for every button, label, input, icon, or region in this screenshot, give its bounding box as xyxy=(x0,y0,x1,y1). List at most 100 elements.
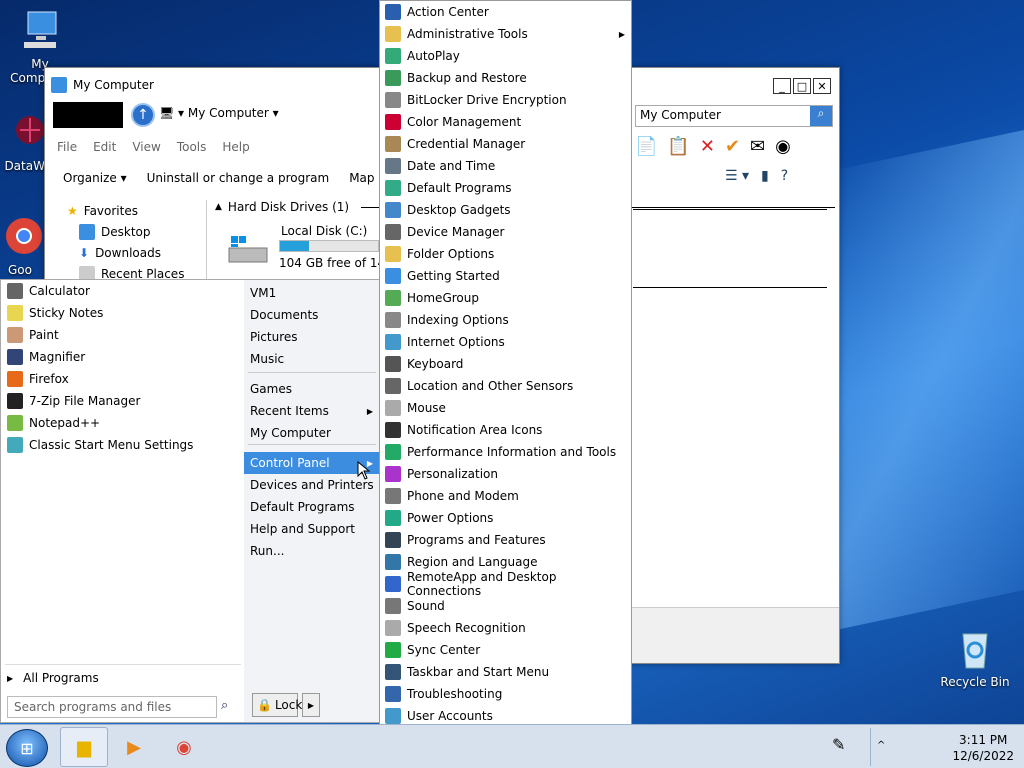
start-button[interactable]: ⊞ xyxy=(6,729,48,767)
desktop-icon-recycle-bin[interactable]: Recycle Bin xyxy=(935,626,1015,689)
cp-item-bitlocker-drive-encryption[interactable]: BitLocker Drive Encryption xyxy=(380,89,631,111)
cp-item-sync-center[interactable]: Sync Center xyxy=(380,639,631,661)
preview-pane-icon[interactable]: ▮ xyxy=(761,168,769,184)
drive-c[interactable]: Local Disk (C:) 104 GB free of 149 xyxy=(227,224,393,274)
pinned-notepad[interactable]: Notepad++ xyxy=(1,412,244,434)
user-accounts-icon xyxy=(385,708,401,724)
cp-item-taskbar-and-start-menu[interactable]: Taskbar and Start Menu xyxy=(380,661,631,683)
cp-item-action-center[interactable]: Action Center xyxy=(380,1,631,23)
cp-item-performance-information-and-tools[interactable]: Performance Information and Tools xyxy=(380,441,631,463)
cp-item-date-and-time[interactable]: Date and Time xyxy=(380,155,631,177)
taskbar-explorer[interactable]: ▆ xyxy=(60,727,108,767)
start-item-default-programs[interactable]: Default Programs xyxy=(244,496,379,518)
drive-usage-bar xyxy=(279,240,379,252)
cp-item-indexing-options[interactable]: Indexing Options xyxy=(380,309,631,331)
cp-item-device-manager[interactable]: Device Manager xyxy=(380,221,631,243)
download-icon: ⬇ xyxy=(79,245,90,260)
cp-item-internet-options[interactable]: Internet Options xyxy=(380,331,631,353)
pinned-magnifier[interactable]: Magnifier xyxy=(1,346,244,368)
pinned-sticky-notes[interactable]: Sticky Notes xyxy=(1,302,244,324)
nav-item-desktop[interactable]: Desktop xyxy=(51,221,206,242)
menu-help[interactable]: Help xyxy=(222,140,249,154)
start-item-label: Pictures xyxy=(250,330,298,344)
start-item-games[interactable]: Games xyxy=(244,378,379,400)
search-icon[interactable]: ⌕ xyxy=(810,106,832,126)
search-input[interactable]: My Computer ⌕ xyxy=(635,105,833,127)
cp-item-desktop-gadgets[interactable]: Desktop Gadgets xyxy=(380,199,631,221)
cp-item-troubleshooting[interactable]: Troubleshooting xyxy=(380,683,631,705)
shutdown-options-button[interactable]: ▶ xyxy=(302,693,320,717)
cp-item-getting-started[interactable]: Getting Started xyxy=(380,265,631,287)
start-item-run[interactable]: Run... xyxy=(244,540,379,562)
cp-item-default-programs[interactable]: Default Programs xyxy=(380,177,631,199)
start-item-music[interactable]: Music xyxy=(244,348,379,370)
maximize-button[interactable]: □ xyxy=(793,78,811,94)
delete-icon[interactable]: ✕ xyxy=(700,136,715,157)
help-icon[interactable]: ? xyxy=(781,168,788,184)
cp-item-sound[interactable]: Sound xyxy=(380,595,631,617)
uninstall-button[interactable]: Uninstall or change a program xyxy=(147,171,330,185)
back-forward-buttons[interactable] xyxy=(53,102,123,128)
show-hidden-icons-button[interactable]: ^ xyxy=(877,740,885,751)
pinned-firefox[interactable]: Firefox xyxy=(1,368,244,390)
pinned-calculator[interactable]: Calculator xyxy=(1,280,244,302)
cp-item-keyboard[interactable]: Keyboard xyxy=(380,353,631,375)
cp-item-color-management[interactable]: Color Management xyxy=(380,111,631,133)
cp-item-label: Mouse xyxy=(407,401,446,415)
start-item-pictures[interactable]: Pictures xyxy=(244,326,379,348)
menu-tools[interactable]: Tools xyxy=(177,140,207,154)
cp-item-credential-manager[interactable]: Credential Manager xyxy=(380,133,631,155)
menu-view[interactable]: View xyxy=(132,140,160,154)
cp-item-programs-and-features[interactable]: Programs and Features xyxy=(380,529,631,551)
wallpaper-light xyxy=(820,126,1024,634)
start-search-input[interactable]: Search programs and files xyxy=(7,696,217,718)
start-menu-left: Calculator Sticky Notes Paint Magnifier Fire… xyxy=(0,279,245,723)
cp-item-label: Indexing Options xyxy=(407,313,509,327)
taskbar-chrome[interactable]: ◉ xyxy=(160,727,208,767)
address-field[interactable]: 🖥 ▾ My Computer ▾ xyxy=(159,106,279,120)
pinned-classic-start-menu-settings[interactable]: Classic Start Menu Settings xyxy=(1,434,244,456)
clock[interactable]: 3:11 PM 12/6/2022 xyxy=(952,732,1014,764)
nav-favorites[interactable]: ★ Favorites xyxy=(51,200,206,221)
up-arrow-icon[interactable]: ↑ xyxy=(131,103,155,127)
cp-item-folder-options[interactable]: Folder Options xyxy=(380,243,631,265)
view-options-icon[interactable]: ☰ ▾ xyxy=(725,168,749,184)
cp-item-administrative-tools[interactable]: Administrative Tools ▶ xyxy=(380,23,631,45)
search-icon[interactable]: ⌕ xyxy=(221,698,228,713)
remoteapp-and-desktop-connections-icon xyxy=(385,576,401,592)
cp-item-phone-and-modem[interactable]: Phone and Modem xyxy=(380,485,631,507)
action-center-icon[interactable]: ✎ xyxy=(832,735,845,754)
cp-item-mouse[interactable]: Mouse xyxy=(380,397,631,419)
check-icon[interactable]: ✔ xyxy=(725,136,740,157)
cp-item-speech-recognition[interactable]: Speech Recognition xyxy=(380,617,631,639)
lock-button[interactable]: 🔒 Lock xyxy=(252,693,302,717)
minimize-button[interactable]: _ xyxy=(773,78,791,94)
email-icon[interactable]: ✉ xyxy=(750,136,765,157)
menu-edit[interactable]: Edit xyxy=(93,140,116,154)
start-item-documents[interactable]: Documents xyxy=(244,304,379,326)
paste-icon[interactable]: 📋 xyxy=(667,136,689,157)
all-programs-button[interactable]: ▶ All Programs xyxy=(7,671,99,685)
start-item-help-and-support[interactable]: Help and Support xyxy=(244,518,379,540)
organize-button[interactable]: Organize ▾ xyxy=(63,171,127,185)
pinned-paint[interactable]: Paint xyxy=(1,324,244,346)
shell-icon[interactable]: ◉ xyxy=(775,136,791,157)
cp-item-personalization[interactable]: Personalization xyxy=(380,463,631,485)
taskbar-media-player[interactable]: ▶ xyxy=(110,727,158,767)
cp-item-notification-area-icons[interactable]: Notification Area Icons xyxy=(380,419,631,441)
nav-item-downloads[interactable]: ⬇ Downloads xyxy=(51,242,206,263)
cp-item-power-options[interactable]: Power Options xyxy=(380,507,631,529)
cp-item-autoplay[interactable]: AutoPlay xyxy=(380,45,631,67)
cp-item-homegroup[interactable]: HomeGroup xyxy=(380,287,631,309)
cp-item-location-and-other-sensors[interactable]: Location and Other Sensors xyxy=(380,375,631,397)
copy-icon[interactable]: 📄 xyxy=(635,136,657,157)
menu-file[interactable]: File xyxy=(57,140,77,154)
cp-item-backup-and-restore[interactable]: Backup and Restore xyxy=(380,67,631,89)
start-item-my-computer[interactable]: My Computer xyxy=(244,422,379,444)
pinned-7-zip-file-manager[interactable]: 7-Zip File Manager xyxy=(1,390,244,412)
start-item-vm1[interactable]: VM1 xyxy=(244,282,379,304)
start-item-recent-items[interactable]: Recent Items ▶ xyxy=(244,400,379,422)
cp-item-remoteapp-and-desktop-connections[interactable]: RemoteApp and Desktop Connections xyxy=(380,570,631,598)
hard-disk-icon xyxy=(228,236,268,263)
close-button[interactable]: ✕ xyxy=(813,78,831,94)
